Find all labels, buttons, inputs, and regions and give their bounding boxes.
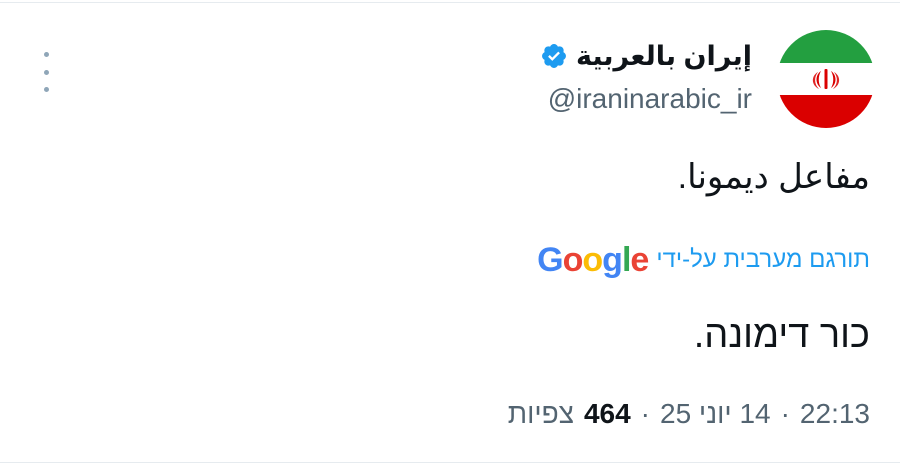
- more-dot-icon: [43, 52, 49, 57]
- meta-separator: ·: [640, 398, 650, 429]
- google-logo: Google: [537, 240, 649, 280]
- tweet-text: مفاعل ديمونا.: [677, 158, 870, 196]
- translated-text: כור דימונה.: [693, 314, 870, 356]
- author-display-name[interactable]: إيران بالعربية: [576, 41, 752, 72]
- meta-separator: ·: [780, 398, 790, 429]
- google-logo-letter: e: [630, 240, 649, 279]
- google-logo-letter: o: [562, 240, 584, 279]
- views-label: צפיות: [507, 398, 574, 429]
- google-logo-letter: G: [537, 240, 563, 279]
- more-options-button[interactable]: [34, 52, 58, 92]
- avatar[interactable]: [777, 30, 875, 128]
- view-count[interactable]: 464: [584, 398, 631, 430]
- bottom-divider: [0, 462, 900, 463]
- verified-badge-icon: [542, 44, 566, 68]
- translation-attribution[interactable]: תורגם מערבית על-ידי Google: [537, 240, 870, 280]
- iran-flag-icon: [777, 30, 875, 128]
- top-divider: [0, 2, 900, 3]
- author-name-row: إيران بالعربية: [540, 38, 752, 74]
- translated-by-label[interactable]: תורגם מערבית על-ידי: [656, 246, 870, 274]
- google-logo-letter: g: [602, 240, 623, 279]
- author-handle[interactable]: @iraninarabic_ir: [548, 83, 752, 115]
- tweet-card: إيران بالعربية @iraninarabic_ir مفاعل دي…: [0, 0, 900, 468]
- tweet-time[interactable]: 22:13: [800, 398, 870, 430]
- more-dot-icon: [43, 87, 49, 92]
- tweet-date[interactable]: 14 יוני 25: [660, 398, 771, 430]
- google-logo-letter: o: [582, 240, 603, 279]
- more-dot-icon: [43, 69, 49, 75]
- tweet-meta: 22:13 · 14 יוני 25 · 464 צפיות: [508, 394, 870, 434]
